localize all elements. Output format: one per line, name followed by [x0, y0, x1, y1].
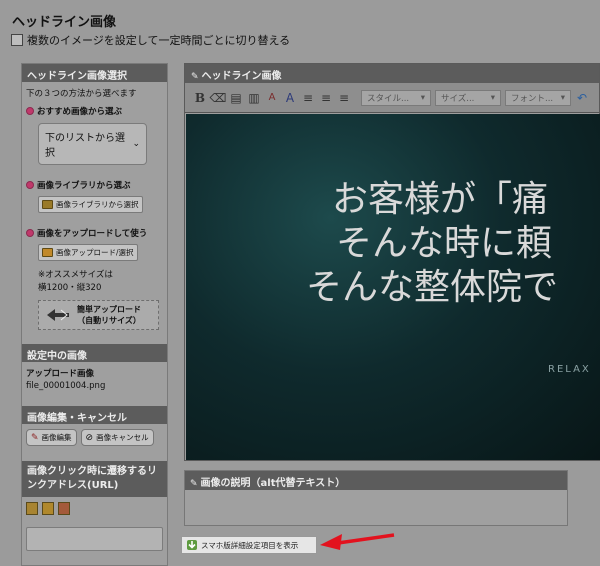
editor-toolbar: B ⌫ ▤ ▥ A A ≡ ≡ ≡ スタイル... ▾ サイズ... ▾ フォント.…	[185, 83, 599, 113]
pencil-icon: ✎	[191, 72, 199, 82]
link-url-panel: 画像クリック時に遷移するリンクアドレス(URL)	[22, 461, 167, 556]
link-url-input[interactable]	[26, 527, 163, 551]
hero-relax-text: RELAX	[548, 364, 591, 375]
text-color-icon[interactable]: A	[265, 91, 279, 105]
hero-text-line3: そんな整体院で	[306, 267, 559, 308]
font-dropdown[interactable]: フォント... ▾	[505, 89, 571, 106]
edit-cancel-panel: 画像編集・キャンセル ✎ 画像編集 ⊘ 画像キャンセル	[22, 406, 167, 451]
image-library-button[interactable]: 画像ライブラリから選択	[38, 196, 143, 213]
font-dropdown-label: フォント...	[511, 93, 554, 104]
red-arrow-annotation	[320, 533, 395, 550]
current-image-filename: file_00001004.png	[26, 381, 106, 391]
current-image-panel: 設定中の画像 アップロード画像 file_00001004.png	[22, 344, 167, 396]
easy-upload-sublabel: （自動リサイズ）	[77, 316, 141, 325]
option-bullet-icon	[26, 229, 34, 237]
chevron-down-icon: ▾	[490, 92, 495, 103]
select-panel: ヘッドライン画像選択 下の３つの方法から選べます おすすめ画像から選ぶ 下のリス…	[22, 64, 167, 334]
option-upload-title: 画像をアップロードして使う	[26, 227, 163, 239]
chevron-down-icon: ▾	[560, 92, 565, 103]
page-title: ヘッドライン画像	[12, 15, 117, 30]
paste-icon[interactable]: ▤	[229, 91, 243, 105]
align-right-icon[interactable]: ≡	[337, 91, 351, 105]
chevron-down-icon: ⌄	[132, 139, 140, 149]
rotate-images-label: 複数のイメージを設定して一定時間ごとに切り替える	[27, 34, 291, 47]
option-bullet-icon	[26, 181, 34, 189]
size-note-line1: ※オススメサイズは	[38, 270, 113, 280]
alt-text-panel: ✎ 画像の説明（alt代替テキスト）	[184, 470, 568, 526]
chevron-down-icon: ▾	[420, 92, 425, 103]
align-center-icon[interactable]: ≡	[319, 91, 333, 105]
recommended-image-select[interactable]: 下のリストから選択 ⌄	[38, 123, 147, 165]
size-dropdown[interactable]: サイズ... ▾	[435, 89, 501, 106]
align-left-icon[interactable]: ≡	[301, 91, 315, 105]
alt-text-header: ✎ 画像の説明（alt代替テキスト）	[185, 471, 567, 490]
download-arrow-icon	[187, 540, 197, 550]
option-bullet-icon	[26, 107, 34, 115]
upload-arrow-icon	[45, 307, 71, 323]
eraser-icon[interactable]: ⌫	[210, 91, 227, 105]
paste-text-icon[interactable]: ▥	[247, 91, 261, 105]
show-smartphone-settings-button[interactable]: スマホ版詳細設定項目を表示	[181, 536, 317, 554]
page-link-icon[interactable]	[26, 502, 38, 515]
rotate-images-option[interactable]: 複数のイメージを設定して一定時間ごとに切り替える	[11, 32, 290, 48]
link-url-header: 画像クリック時に遷移するリンクアドレス(URL)	[22, 461, 167, 497]
link-type-icons	[26, 502, 163, 515]
alt-text-header-label: 画像の説明（alt代替テキスト）	[200, 478, 346, 489]
current-image-header: 設定中の画像	[22, 344, 167, 362]
select-panel-header: ヘッドライン画像選択	[22, 64, 167, 82]
size-note-line2: 横1200・縦320	[38, 283, 102, 293]
option-recommended-title: おすすめ画像から選ぶ	[26, 105, 163, 117]
edit-image-button[interactable]: ✎ 画像編集	[26, 429, 77, 446]
edit-cancel-header: 画像編集・キャンセル	[22, 406, 167, 424]
edit-image-button-label: 画像編集	[41, 433, 72, 442]
size-dropdown-label: サイズ...	[441, 93, 475, 104]
file-link-icon[interactable]	[42, 502, 54, 515]
alt-text-input[interactable]	[185, 490, 567, 525]
select-intro: 下の３つの方法から選べます	[26, 89, 137, 99]
bg-color-icon[interactable]: A	[283, 91, 297, 105]
editor-header: ✎ ヘッドライン画像	[185, 64, 599, 83]
cancel-image-button-label: 画像キャンセル	[96, 433, 149, 442]
easy-upload-label: 簡単アップロード	[77, 305, 141, 314]
recommended-size-note: ※オススメサイズは 横1200・縦320	[38, 269, 163, 295]
option-recommended-label: おすすめ画像から選ぶ	[37, 107, 123, 117]
style-dropdown-label: スタイル...	[367, 93, 410, 104]
editor-header-label: ヘッドライン画像	[201, 71, 282, 82]
upload-image-icon	[42, 248, 53, 257]
option-library-label: 画像ライブラリから選ぶ	[37, 181, 131, 191]
style-dropdown[interactable]: スタイル... ▾	[361, 89, 431, 106]
recommended-select-value: 下のリストから選択	[45, 133, 125, 159]
undo-icon[interactable]: ↶	[575, 91, 589, 105]
option-upload-label: 画像をアップロードして使う	[37, 229, 148, 239]
image-upload-button-label: 画像アップロード/選択	[56, 248, 134, 257]
pencil-icon: ✎	[31, 432, 39, 443]
image-upload-button[interactable]: 画像アップロード/選択	[38, 244, 138, 261]
pencil-icon: ✎	[190, 479, 198, 489]
option-library-title: 画像ライブラリから選ぶ	[26, 179, 163, 191]
rotate-images-checkbox[interactable]	[11, 34, 23, 46]
image-link-icon[interactable]	[58, 502, 70, 515]
headline-image-preview[interactable]: お客様が「痛 そんな時に頼 そんな整体院で RELAX	[186, 114, 600, 460]
image-library-button-label: 画像ライブラリから選択	[56, 200, 139, 209]
headline-image-editor: ✎ ヘッドライン画像 B ⌫ ▤ ▥ A A ≡ ≡ ≡ スタイル... ▾ サイズ…	[184, 63, 600, 461]
show-smartphone-settings-label: スマホ版詳細設定項目を表示	[201, 540, 299, 550]
easy-upload-button[interactable]: 簡単アップロード （自動リサイズ）	[38, 300, 159, 330]
left-sidebar: ヘッドライン画像選択 下の３つの方法から選べます おすすめ画像から選ぶ 下のリス…	[21, 63, 168, 566]
cancel-icon: ⊘	[85, 432, 94, 443]
cancel-image-button[interactable]: ⊘ 画像キャンセル	[80, 429, 154, 446]
bold-icon[interactable]: B	[193, 91, 207, 105]
current-image-label: アップロード画像	[26, 369, 95, 379]
folder-image-icon	[42, 200, 53, 209]
